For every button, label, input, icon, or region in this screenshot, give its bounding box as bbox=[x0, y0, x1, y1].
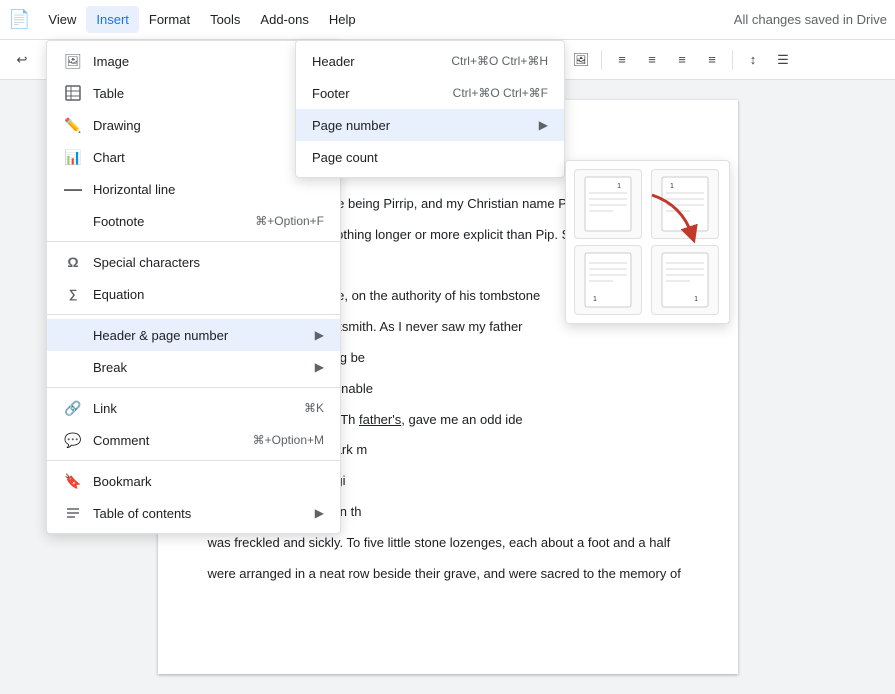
submenu-footer[interactable]: Footer Ctrl+⌘O Ctrl+⌘F bbox=[296, 77, 564, 109]
align-center-button[interactable]: ≡ bbox=[638, 46, 666, 74]
paragraph-13: were arranged in a neat row beside their… bbox=[208, 564, 688, 585]
separator-2 bbox=[47, 314, 340, 315]
menu-help[interactable]: Help bbox=[319, 6, 366, 33]
menu-tools[interactable]: Tools bbox=[200, 6, 250, 33]
menu-item-bookmark[interactable]: 🔖 Bookmark bbox=[47, 465, 340, 497]
pn-option-top-right[interactable]: 1 bbox=[574, 169, 642, 239]
toolbar-undo[interactable]: ↩ bbox=[8, 46, 36, 74]
svg-text:1: 1 bbox=[617, 183, 621, 190]
menu-item-equation[interactable]: ∑ Equation bbox=[47, 278, 340, 310]
align-left-button[interactable]: ≡ bbox=[608, 46, 636, 74]
chart-icon: 📊 bbox=[63, 147, 83, 167]
menu-format[interactable]: Format bbox=[139, 6, 200, 33]
submenu-header[interactable]: Header Ctrl+⌘O Ctrl+⌘H bbox=[296, 45, 564, 77]
menu-addons[interactable]: Add-ons bbox=[250, 6, 318, 33]
save-status: All changes saved in Drive bbox=[734, 12, 887, 27]
paragraph-12: was freckled and sickly. To five little … bbox=[208, 533, 688, 554]
menu-item-footnote[interactable]: Footnote ⌘+Option+F bbox=[47, 205, 340, 237]
link-icon: 🔗 bbox=[63, 398, 83, 418]
break-icon bbox=[63, 357, 83, 377]
menu-item-link[interactable]: 🔗 Link ⌘K bbox=[47, 392, 340, 424]
submenu-page-count[interactable]: Page count bbox=[296, 141, 564, 173]
pn-option-bottom-right[interactable]: 1 bbox=[651, 245, 719, 315]
arrow-icon: ▶ bbox=[315, 506, 324, 520]
image-icon: 🖼 bbox=[63, 51, 83, 71]
pn-option-top-left[interactable]: 1 bbox=[651, 169, 719, 239]
list-button[interactable]: ☰ bbox=[769, 46, 797, 74]
menu-insert[interactable]: Insert bbox=[86, 6, 139, 33]
menu-item-toc[interactable]: Table of contents ▶ bbox=[47, 497, 340, 529]
toc-icon bbox=[63, 503, 83, 523]
submenu-header-page: Header Ctrl+⌘O Ctrl+⌘H Footer Ctrl+⌘O Ct… bbox=[295, 40, 565, 178]
drawing-icon: ✏️ bbox=[63, 115, 83, 135]
underlined-word: father's bbox=[359, 412, 401, 427]
pn-option-bottom-left[interactable]: 1 bbox=[574, 245, 642, 315]
menu-item-horizontal-line[interactable]: — Horizontal line bbox=[47, 173, 340, 205]
equation-icon: ∑ bbox=[63, 284, 83, 304]
arrow-icon: ▶ bbox=[315, 328, 324, 342]
svg-text:1: 1 bbox=[670, 183, 674, 190]
app-logo: 📄 bbox=[8, 9, 30, 30]
header-page-icon bbox=[63, 325, 83, 345]
page-number-submenu: 1 1 1 bbox=[565, 160, 730, 324]
align-justify-button[interactable]: ≡ bbox=[698, 46, 726, 74]
image-button[interactable]: 🖼 bbox=[567, 46, 595, 74]
menu-bar: 📄 View Insert Format Tools Add-ons Help … bbox=[0, 0, 895, 40]
special-chars-icon: Ω bbox=[63, 252, 83, 272]
svg-text:1: 1 bbox=[694, 296, 698, 303]
divider-6 bbox=[601, 50, 602, 70]
menu-item-special-chars[interactable]: Ω Special characters bbox=[47, 246, 340, 278]
menu-view[interactable]: View bbox=[38, 6, 86, 33]
separator-1 bbox=[47, 241, 340, 242]
svg-text:1: 1 bbox=[593, 296, 597, 303]
horizontal-line-icon: — bbox=[63, 179, 83, 199]
menu-item-break[interactable]: Break ▶ bbox=[47, 351, 340, 383]
footnote-icon bbox=[63, 211, 83, 231]
menu-item-header-page[interactable]: Header & page number ▶ bbox=[47, 319, 340, 351]
submenu-page-number[interactable]: Page number ▶ bbox=[296, 109, 564, 141]
bookmark-icon: 🔖 bbox=[63, 471, 83, 491]
line-spacing-button[interactable]: ↕ bbox=[739, 46, 767, 74]
table-icon bbox=[63, 83, 83, 103]
separator-3 bbox=[47, 387, 340, 388]
divider-7 bbox=[732, 50, 733, 70]
menu-item-comment[interactable]: 💬 Comment ⌘+Option+M bbox=[47, 424, 340, 456]
separator-4 bbox=[47, 460, 340, 461]
comment-icon: 💬 bbox=[63, 430, 83, 450]
align-right-button[interactable]: ≡ bbox=[668, 46, 696, 74]
arrow-icon: ▶ bbox=[315, 360, 324, 374]
page-number-arrow: ▶ bbox=[539, 118, 548, 132]
